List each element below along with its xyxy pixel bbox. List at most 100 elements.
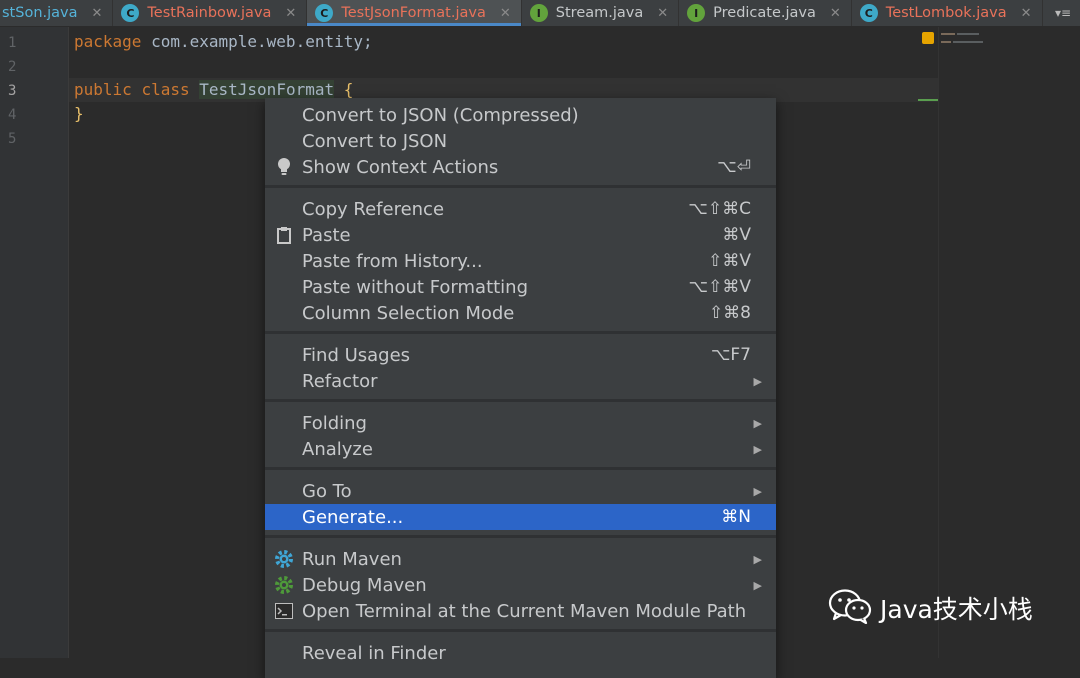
menu-item-column-selection-mode[interactable]: Column Selection Mode ⇧⌘8 xyxy=(265,300,776,326)
menu-item-label: Open Terminal at the Current Maven Modul… xyxy=(302,600,747,622)
shortcut: ⇧⌘V xyxy=(708,251,751,271)
menu-item-run-maven[interactable]: Run Maven ▶ xyxy=(265,546,776,572)
editor-context-menu: Convert to JSON (Compressed) Convert to … xyxy=(265,98,776,678)
code-line-4[interactable]: } xyxy=(74,104,84,123)
menu-item-find-usages[interactable]: Find Usages ⌥F7 xyxy=(265,342,776,368)
menu-item-label: Convert to JSON (Compressed) xyxy=(302,104,579,126)
submenu-arrow-icon: ▶ xyxy=(753,442,762,456)
code-line-1[interactable]: package com.example.web.entity; xyxy=(74,32,373,51)
menu-item-go-to[interactable]: Go To ▶ xyxy=(265,478,776,504)
minimap-line xyxy=(941,41,951,43)
tab-testrainbow[interactable]: C TestRainbow.java ✕ xyxy=(113,0,308,26)
watermark-text: Java技术小栈 xyxy=(880,595,1033,624)
menu-item-paste[interactable]: Paste ⌘V xyxy=(265,222,776,248)
shortcut: ⌘N xyxy=(721,507,751,527)
code-line-3[interactable]: public class TestJsonFormat { xyxy=(74,80,353,99)
menu-separator xyxy=(265,185,776,188)
menu-item-reveal-in-finder[interactable]: Reveal in Finder xyxy=(265,640,776,666)
tab-testson[interactable]: stSon.java ✕ xyxy=(0,0,114,26)
menu-item-label: Debug Maven xyxy=(302,574,427,596)
menu-item-label: Copy Reference xyxy=(302,198,445,220)
menu-item-refactor[interactable]: Refactor ▶ xyxy=(265,368,776,394)
usage-underline xyxy=(918,99,938,101)
menu-separator xyxy=(265,399,776,402)
package-name: com.example.web.entity; xyxy=(141,32,373,51)
menu-item-label: Find Usages xyxy=(302,344,411,366)
class-file-icon: C xyxy=(121,4,140,22)
brace: { xyxy=(343,80,354,99)
menu-separator xyxy=(265,331,776,334)
menu-item-label: Reveal in Finder xyxy=(302,642,446,664)
menu-item-label: Show Context Actions xyxy=(302,156,499,178)
tab-testlombok[interactable]: C TestLombok.java ✕ xyxy=(852,0,1043,26)
class-name: TestJsonFormat xyxy=(199,80,335,99)
tab-label: stSon.java xyxy=(2,5,78,21)
shortcut: ⌘V xyxy=(722,225,751,245)
tab-label: TestLombok.java xyxy=(885,5,1007,21)
tab-predicate[interactable]: I Predicate.java ✕ xyxy=(679,0,852,26)
shortcut: ⌥⇧⌘V xyxy=(688,277,751,297)
submenu-arrow-icon: ▶ xyxy=(753,374,762,388)
tab-testjsonformat[interactable]: C TestJsonFormat.java ✕ xyxy=(307,0,522,26)
submenu-arrow-icon: ▶ xyxy=(753,552,762,566)
menu-item-label: Go To xyxy=(302,480,352,502)
menu-item-paste-without-formatting[interactable]: Paste without Formatting ⌥⇧⌘V xyxy=(265,274,776,300)
close-icon[interactable]: ✕ xyxy=(830,6,841,21)
close-icon[interactable]: ✕ xyxy=(657,6,668,21)
menu-item-folding[interactable]: Folding ▶ xyxy=(265,410,776,436)
menu-item-label: Paste from History... xyxy=(302,250,483,272)
shortcut: ⇧⌘8 xyxy=(708,303,751,323)
wechat-logo-icon xyxy=(828,588,872,628)
line-number: 1 xyxy=(8,35,17,51)
line-number-gutter: 1 2 3 4 5 xyxy=(0,27,69,658)
tab-overflow-icon[interactable]: ▾≡ xyxy=(1046,0,1080,26)
class-file-icon: C xyxy=(859,4,878,22)
menu-item-label: Column Selection Mode xyxy=(302,302,515,324)
editor-tab-bar: stSon.java ✕ C TestRainbow.java ✕ C Test… xyxy=(0,0,1080,27)
menu-separator xyxy=(265,629,776,632)
interface-file-icon: I xyxy=(687,4,706,22)
line-number: 2 xyxy=(8,59,17,75)
menu-item-label: Refactor xyxy=(302,370,378,392)
brace: } xyxy=(74,104,84,123)
submenu-arrow-icon: ▶ xyxy=(753,484,762,498)
maven-debug-gear-icon xyxy=(274,575,294,595)
line-number: 5 xyxy=(8,131,17,147)
menu-item-convert-json-compressed[interactable]: Convert to JSON (Compressed) xyxy=(265,102,776,128)
menu-item-label: Generate... xyxy=(302,506,404,528)
warning-indicator-icon[interactable] xyxy=(922,32,934,44)
tab-stream[interactable]: I Stream.java ✕ xyxy=(522,0,680,26)
close-icon[interactable]: ✕ xyxy=(500,6,511,21)
keyword: package xyxy=(74,32,142,51)
tab-label: TestJsonFormat.java xyxy=(341,5,486,21)
minimap-line xyxy=(941,33,955,35)
minimap-line xyxy=(957,33,979,35)
line-number: 4 xyxy=(8,107,17,123)
menu-item-show-context-actions[interactable]: Show Context Actions ⌥⏎ xyxy=(265,154,776,180)
maven-run-gear-icon xyxy=(274,549,294,569)
menu-item-convert-json[interactable]: Convert to JSON xyxy=(265,128,776,154)
menu-item-paste-from-history[interactable]: Paste from History... ⇧⌘V xyxy=(265,248,776,274)
close-icon[interactable]: ✕ xyxy=(1021,6,1032,21)
menu-item-open-terminal[interactable]: Open Terminal at the Current Maven Modul… xyxy=(265,598,776,624)
close-icon[interactable]: ✕ xyxy=(92,6,103,21)
menu-item-copy-reference[interactable]: Copy Reference ⌥⇧⌘C xyxy=(265,196,776,222)
menu-separator xyxy=(265,535,776,538)
menu-item-label: Analyze xyxy=(302,438,373,460)
tab-label: Stream.java xyxy=(555,5,644,21)
menu-item-debug-maven[interactable]: Debug Maven ▶ xyxy=(265,572,776,598)
interface-file-icon: I xyxy=(529,4,548,22)
close-icon[interactable]: ✕ xyxy=(285,6,296,21)
menu-separator xyxy=(265,467,776,470)
menu-item-analyze[interactable]: Analyze ▶ xyxy=(265,436,776,462)
bulb-icon xyxy=(274,157,294,177)
shortcut: ⌥⇧⌘C xyxy=(688,199,751,219)
watermark: Java技术小栈 xyxy=(828,588,1033,628)
terminal-icon xyxy=(274,601,294,621)
submenu-arrow-icon: ▶ xyxy=(753,416,762,430)
menu-item-label: Paste without Formatting xyxy=(302,276,529,298)
editor-error-stripe xyxy=(938,27,1080,658)
keyword: public xyxy=(74,80,132,99)
submenu-arrow-icon: ▶ xyxy=(753,578,762,592)
menu-item-generate[interactable]: Generate... ⌘N xyxy=(265,504,776,530)
